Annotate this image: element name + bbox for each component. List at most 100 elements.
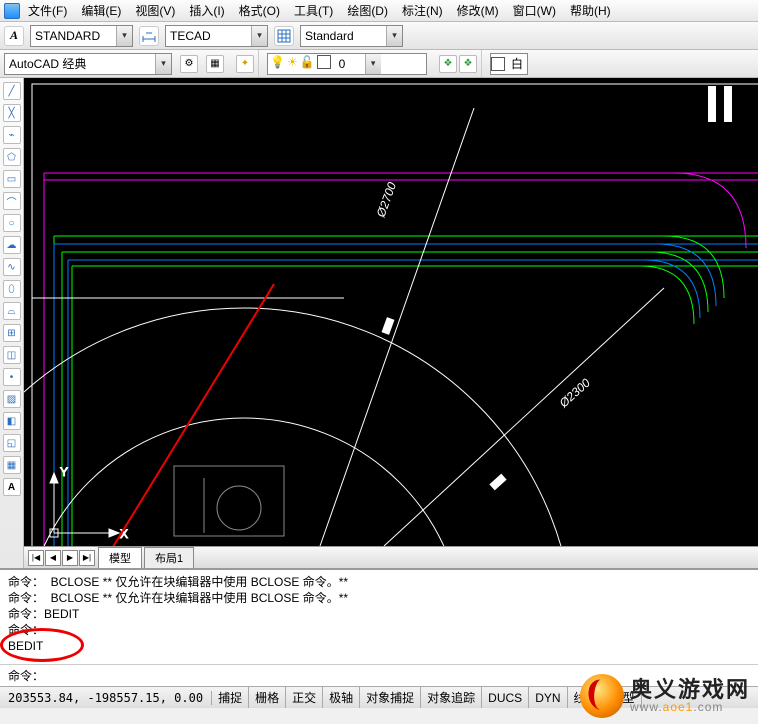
arc-tool[interactable]: ⌒ bbox=[3, 192, 21, 210]
bulb-icon: 💡 bbox=[270, 55, 285, 72]
tablestyle-combo[interactable]: ▾ bbox=[300, 25, 403, 47]
tab-nav-next[interactable]: ▶ bbox=[62, 550, 78, 566]
layer-combo[interactable]: 💡 ☀ 🔓 ▾ bbox=[267, 53, 427, 75]
tab-model[interactable]: 模型 bbox=[98, 547, 142, 568]
line-tool[interactable]: ╱ bbox=[3, 82, 21, 100]
tablestyle-input[interactable] bbox=[301, 26, 386, 46]
textstyle-glyph: A bbox=[10, 28, 18, 43]
status-grid[interactable]: 栅格 bbox=[249, 687, 286, 708]
menu-format[interactable]: 格式(O) bbox=[233, 0, 286, 21]
menu-bar: 文件(F) 编辑(E) 视图(V) 插入(I) 格式(O) 工具(T) 绘图(D… bbox=[0, 0, 758, 22]
command-prompt-label: 命令： bbox=[8, 667, 44, 684]
tablestyle-icon[interactable] bbox=[274, 26, 294, 46]
menu-draw[interactable]: 绘图(D) bbox=[341, 0, 394, 21]
workspace-input[interactable] bbox=[5, 54, 155, 74]
tab-layout1[interactable]: 布局1 bbox=[144, 547, 194, 568]
app-icon bbox=[4, 3, 20, 19]
status-dyn[interactable]: DYN bbox=[529, 687, 567, 708]
tab-nav-first[interactable]: |◀ bbox=[28, 550, 44, 566]
status-osnap[interactable]: 对象捕捉 bbox=[360, 687, 421, 708]
status-polar[interactable]: 极轴 bbox=[323, 687, 360, 708]
tablestyle-dropdown-icon[interactable]: ▾ bbox=[386, 26, 402, 46]
circle-tool[interactable]: ○ bbox=[3, 214, 21, 232]
workspace-dropdown-icon[interactable]: ▾ bbox=[155, 54, 171, 74]
layout-tabs: |◀ ◀ ▶ ▶| 模型 布局1 bbox=[24, 546, 758, 568]
block-tool[interactable]: ◫ bbox=[3, 346, 21, 364]
gradient-tool[interactable]: ◧ bbox=[3, 412, 21, 430]
command-history: 命令： BCLOSE ** 仅允许在块编辑器中使用 BCLOSE 命令。** 命… bbox=[0, 568, 758, 664]
workspace-combo[interactable]: ▾ bbox=[4, 53, 172, 75]
status-model[interactable]: 模型 bbox=[605, 687, 642, 708]
dimstyle-icon[interactable] bbox=[139, 26, 159, 46]
dimstyle-combo[interactable]: ▾ bbox=[165, 25, 268, 47]
tab-nav-last[interactable]: ▶| bbox=[79, 550, 95, 566]
menu-window[interactable]: 窗口(W) bbox=[507, 0, 562, 21]
hatch-tool[interactable]: ▨ bbox=[3, 390, 21, 408]
color-label: 白 bbox=[507, 55, 527, 72]
textstyle-input[interactable] bbox=[31, 26, 116, 46]
workspace-gear-icon[interactable]: ⚙ bbox=[180, 55, 198, 73]
insert-tool[interactable]: ⊞ bbox=[3, 324, 21, 342]
canvas-wrap: Ø2700 Ø2300 Y X bbox=[24, 78, 758, 568]
dimstyle-dropdown-icon[interactable]: ▾ bbox=[251, 26, 267, 46]
menu-view[interactable]: 视图(V) bbox=[129, 0, 181, 21]
menu-insert[interactable]: 插入(I) bbox=[183, 0, 230, 21]
menu-tools[interactable]: 工具(T) bbox=[288, 0, 339, 21]
layer-filter-group: ❖ ❖ bbox=[435, 50, 482, 77]
main-area: ╱ ╳ ⌁ ⬠ ▭ ⌒ ○ ☁ ∿ ⬯ ⌓ ⊞ ◫ • ▨ ◧ ◱ ▦ A bbox=[0, 78, 758, 568]
layer-toggle-group: ✦ bbox=[232, 50, 259, 77]
lock-icon: 🔓 bbox=[300, 55, 315, 72]
spline-tool[interactable]: ∿ bbox=[3, 258, 21, 276]
status-snap[interactable]: 捕捉 bbox=[212, 687, 249, 708]
dim-2300: Ø2300 bbox=[556, 375, 593, 410]
menu-file[interactable]: 文件(F) bbox=[22, 0, 73, 21]
menu-help[interactable]: 帮助(H) bbox=[564, 0, 617, 21]
color-combo[interactable]: 白 bbox=[490, 53, 528, 75]
layer-filter-refresh-icon[interactable]: ❖ bbox=[459, 55, 477, 73]
point-tool[interactable]: • bbox=[3, 368, 21, 386]
drawing-svg: Ø2700 Ø2300 Y X bbox=[24, 78, 758, 546]
status-lwt[interactable]: 线宽 bbox=[568, 687, 605, 708]
color-swatch bbox=[491, 57, 505, 71]
sun-icon: ☀ bbox=[287, 55, 298, 72]
cmd-line: 命令： BCLOSE ** 仅允许在块编辑器中使用 BCLOSE 命令。** bbox=[8, 574, 750, 590]
dimstyle-input[interactable] bbox=[166, 26, 251, 46]
text-tool[interactable]: A bbox=[3, 478, 21, 496]
layer-dropdown-icon[interactable]: ▾ bbox=[365, 54, 381, 74]
workspace-dash-icon[interactable]: ▦ bbox=[206, 55, 224, 73]
polygon-tool[interactable]: ⬠ bbox=[3, 148, 21, 166]
dim-2700: Ø2700 bbox=[373, 180, 399, 220]
status-ducs[interactable]: DUCS bbox=[482, 687, 529, 708]
menu-edit[interactable]: 编辑(E) bbox=[75, 0, 127, 21]
status-ortho[interactable]: 正交 bbox=[286, 687, 323, 708]
ellipsearc-tool[interactable]: ⌓ bbox=[3, 302, 21, 320]
styles-toolbar: A ▾ ▾ ▾ bbox=[0, 22, 758, 50]
layers-manager-icon[interactable]: ✦ bbox=[236, 55, 254, 73]
ellipse-tool[interactable]: ⬯ bbox=[3, 280, 21, 298]
revcloud-tool[interactable]: ☁ bbox=[3, 236, 21, 254]
cmd-line: 命令： bbox=[8, 622, 750, 638]
layer-name-input[interactable] bbox=[335, 54, 365, 74]
color-swatch-icon bbox=[317, 55, 333, 72]
cmd-line: 命令：BEDIT bbox=[8, 606, 750, 622]
layer-filter-icon[interactable]: ❖ bbox=[439, 55, 457, 73]
cmd-line: BEDIT bbox=[8, 638, 750, 654]
tab-nav-prev[interactable]: ◀ bbox=[45, 550, 61, 566]
command-input[interactable] bbox=[44, 669, 750, 683]
status-otrack[interactable]: 对象追踪 bbox=[421, 687, 482, 708]
xline-tool[interactable]: ╳ bbox=[3, 104, 21, 122]
drawing-canvas[interactable]: Ø2700 Ø2300 Y X bbox=[24, 78, 758, 546]
menu-modify[interactable]: 修改(M) bbox=[451, 0, 505, 21]
coordinates-readout: 203553.84, -198557.15, 0.00 bbox=[0, 691, 212, 705]
region-tool[interactable]: ◱ bbox=[3, 434, 21, 452]
textstyle-combo[interactable]: ▾ bbox=[30, 25, 133, 47]
menu-dimension[interactable]: 标注(N) bbox=[396, 0, 449, 21]
status-bar: 203553.84, -198557.15, 0.00 捕捉 栅格 正交 极轴 … bbox=[0, 686, 758, 708]
table-tool[interactable]: ▦ bbox=[3, 456, 21, 474]
rectangle-tool[interactable]: ▭ bbox=[3, 170, 21, 188]
textstyle-icon[interactable]: A bbox=[4, 26, 24, 46]
polyline-tool[interactable]: ⌁ bbox=[3, 126, 21, 144]
textstyle-dropdown-icon[interactable]: ▾ bbox=[116, 26, 132, 46]
command-input-row: 命令： bbox=[0, 664, 758, 686]
draw-toolbar: ╱ ╳ ⌁ ⬠ ▭ ⌒ ○ ☁ ∿ ⬯ ⌓ ⊞ ◫ • ▨ ◧ ◱ ▦ A bbox=[0, 78, 24, 568]
